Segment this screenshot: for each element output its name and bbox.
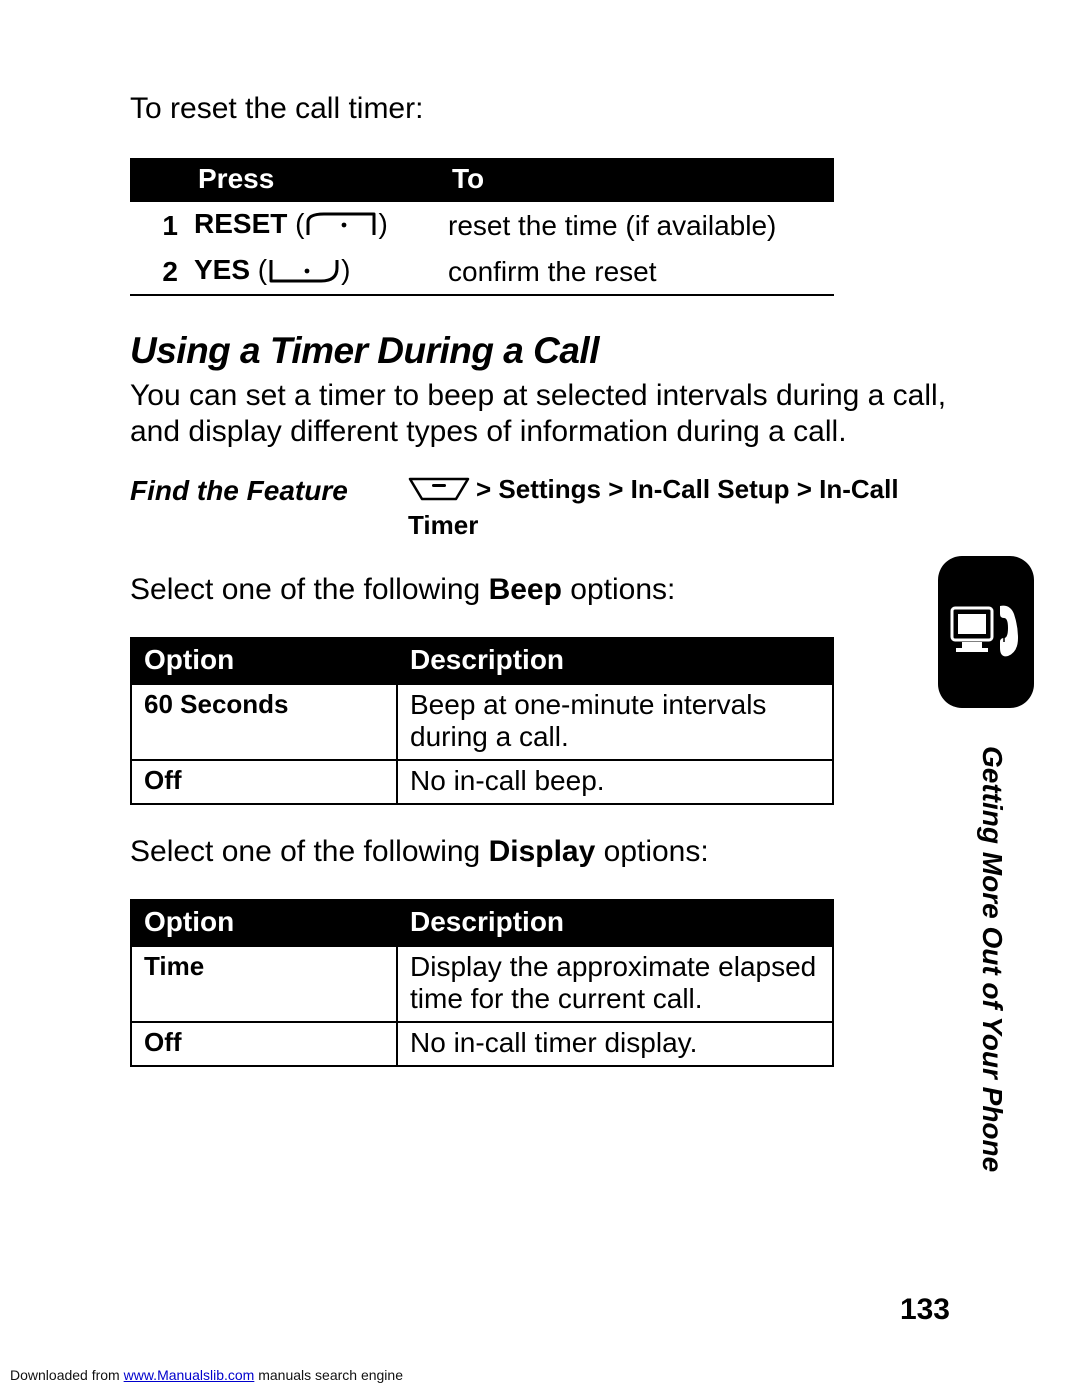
table-row: 2 YES () confirm the reset bbox=[130, 248, 834, 295]
find-feature-block: Find the Feature > Settings > In-Call Se… bbox=[130, 473, 950, 544]
step-to: confirm the reset bbox=[442, 248, 834, 295]
paren-close: ) bbox=[378, 208, 387, 239]
right-softkey-icon bbox=[269, 258, 339, 290]
footer-post: manuals search engine bbox=[254, 1367, 403, 1383]
table2-header-description: Description bbox=[397, 638, 833, 684]
press-label: RESET bbox=[194, 208, 287, 239]
text: Select one of the following bbox=[130, 835, 489, 868]
step-to: reset the time (if available) bbox=[442, 202, 834, 248]
table3-header-description: Description bbox=[397, 900, 833, 946]
table-row: Time Display the approximate elapsed tim… bbox=[131, 946, 833, 1022]
menu-key-icon bbox=[408, 476, 470, 510]
footer-link[interactable]: www.Manualslib.com bbox=[124, 1367, 255, 1383]
section-body: You can set a timer to beep at selected … bbox=[130, 378, 950, 451]
option-name: 60 Seconds bbox=[131, 684, 397, 760]
table-row: Off No in-call timer display. bbox=[131, 1022, 833, 1066]
left-softkey-icon bbox=[306, 212, 376, 244]
table1-header-press: Press bbox=[188, 158, 442, 202]
paren-close: ) bbox=[341, 254, 350, 285]
text: Select one of the following bbox=[130, 573, 489, 606]
option-description: No in-call beep. bbox=[397, 760, 833, 804]
nav-prefix: > bbox=[476, 474, 498, 504]
footer-pre: Downloaded from bbox=[10, 1367, 124, 1383]
keyword: Beep bbox=[489, 573, 562, 606]
table2-header-option: Option bbox=[131, 638, 397, 684]
section-running-title: Getting More Out of Your Phone bbox=[976, 746, 1008, 1172]
display-instruction: Select one of the following Display opti… bbox=[130, 835, 950, 869]
find-feature-label: Find the Feature bbox=[130, 473, 408, 544]
option-name: Time bbox=[131, 946, 397, 1022]
beep-instruction: Select one of the following Beep options… bbox=[130, 573, 950, 607]
step-press: RESET () bbox=[188, 202, 442, 248]
step-number: 2 bbox=[130, 248, 188, 295]
press-label: YES bbox=[194, 254, 250, 285]
option-description: No in-call timer display. bbox=[397, 1022, 833, 1066]
reset-steps-table: Press To 1 RESET () reset the time (if a… bbox=[130, 158, 834, 296]
text: options: bbox=[595, 835, 708, 868]
text: options: bbox=[562, 573, 675, 606]
paren-open: ( bbox=[250, 254, 267, 285]
find-feature-path: > Settings > In-Call Setup > In-Call Tim… bbox=[408, 473, 950, 544]
table3-header-option: Option bbox=[131, 900, 397, 946]
table-row: 60 Seconds Beep at one-minute intervals … bbox=[131, 684, 833, 760]
section-heading: Using a Timer During a Call bbox=[130, 330, 950, 372]
beep-options-table: Option Description 60 Seconds Beep at on… bbox=[130, 637, 834, 805]
option-name: Off bbox=[131, 1022, 397, 1066]
keyword: Display bbox=[489, 835, 596, 868]
option-description: Display the approximate elapsed time for… bbox=[397, 946, 833, 1022]
table-row: Off No in-call beep. bbox=[131, 760, 833, 804]
step-number: 1 bbox=[130, 202, 188, 248]
step-press: YES () bbox=[188, 248, 442, 295]
option-description: Beep at one-minute intervals during a ca… bbox=[397, 684, 833, 760]
paren-open: ( bbox=[287, 208, 304, 239]
option-name: Off bbox=[131, 760, 397, 804]
display-options-table: Option Description Time Display the appr… bbox=[130, 899, 834, 1067]
section-tab-icon bbox=[938, 556, 1034, 708]
intro-text: To reset the call timer: bbox=[130, 90, 950, 128]
page-number: 133 bbox=[900, 1293, 950, 1327]
download-footer: Downloaded from www.Manualslib.com manua… bbox=[10, 1367, 403, 1383]
table-row: 1 RESET () reset the time (if available) bbox=[130, 202, 834, 248]
table1-header-to: To bbox=[442, 158, 834, 202]
